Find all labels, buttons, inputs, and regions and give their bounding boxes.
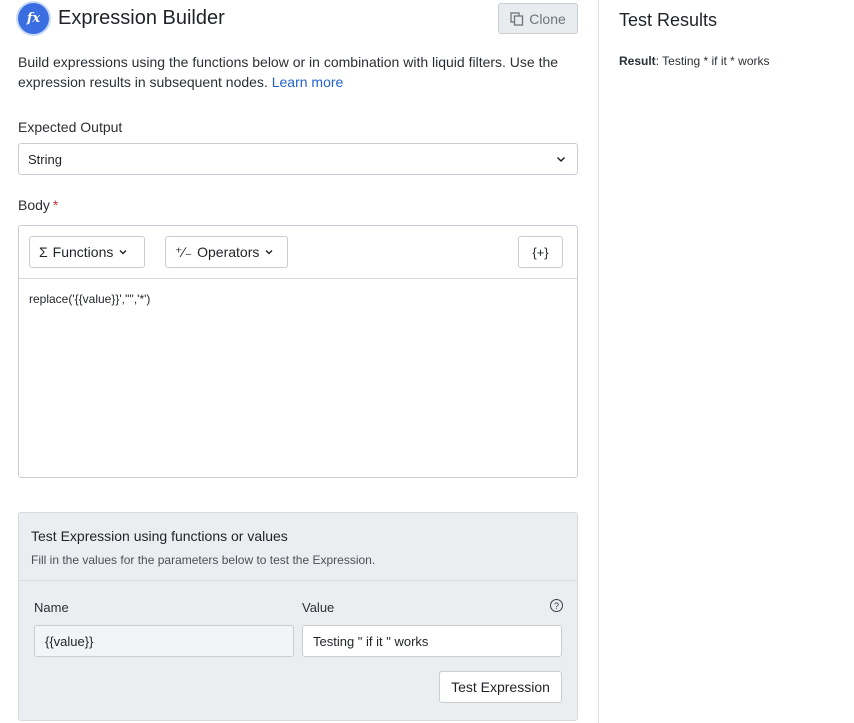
expression-code[interactable]: replace('{{value}}','"','*') [29, 292, 150, 306]
divider [19, 580, 577, 581]
learn-more-link[interactable]: Learn more [272, 74, 344, 90]
required-marker: * [52, 197, 59, 213]
chevron-down-icon [556, 156, 566, 163]
test-expression-button[interactable]: Test Expression [439, 671, 562, 703]
result-value: Testing * if it * works [662, 54, 770, 68]
test-results-panel: Test Results Result: Testing * if it * w… [599, 0, 854, 723]
fx-logo-icon: fx [18, 3, 49, 34]
sigma-icon: Σ [39, 244, 48, 260]
functions-dropdown[interactable]: Σ Functions [29, 236, 145, 268]
test-panel-subtitle: Fill in the values for the parameters be… [31, 553, 376, 567]
clone-button[interactable]: Clone [498, 3, 578, 34]
result-label: Result [619, 54, 656, 68]
copy-icon [510, 11, 524, 26]
param-value-input[interactable]: Testing " if it " works [302, 625, 562, 657]
logo-text: fx [26, 11, 41, 26]
clone-label: Clone [529, 10, 566, 27]
editor-toolbar: Σ Functions ⁺∕₋ Operators {+} [19, 226, 577, 279]
description: Build expressions using the functions be… [18, 52, 578, 92]
plus-minus-icon: ⁺∕₋ [175, 243, 193, 260]
name-column-header: Name [34, 600, 69, 615]
expression-builder-panel: fx Expression Builder Clone Build expres… [0, 0, 598, 723]
expected-output-value: String [28, 151, 62, 167]
param-name-field: {{value}} [34, 625, 294, 657]
insert-variable-button[interactable]: {+} [518, 236, 563, 268]
body-label: Body * [18, 197, 58, 213]
chevron-down-icon [265, 250, 273, 255]
expression-editor: Σ Functions ⁺∕₋ Operators {+} replace('{… [18, 225, 578, 478]
results-title: Test Results [619, 10, 718, 30]
test-expression-panel: Test Expression using functions or value… [18, 512, 578, 721]
test-panel-title: Test Expression using functions or value… [31, 528, 288, 544]
expected-output-label: Expected Output [18, 119, 123, 135]
page-title: Expression Builder [58, 7, 225, 29]
help-icon[interactable]: ? [550, 599, 563, 612]
value-column-header: Value [302, 600, 335, 615]
operators-label: Operators [197, 244, 260, 260]
expected-output-select[interactable]: String [18, 143, 578, 175]
result-line: Result: Testing * if it * works [619, 54, 770, 68]
operators-dropdown[interactable]: ⁺∕₋ Operators [165, 236, 288, 268]
body-label-text: Body [18, 197, 50, 213]
functions-label: Functions [52, 244, 114, 260]
chevron-down-icon [119, 250, 127, 255]
